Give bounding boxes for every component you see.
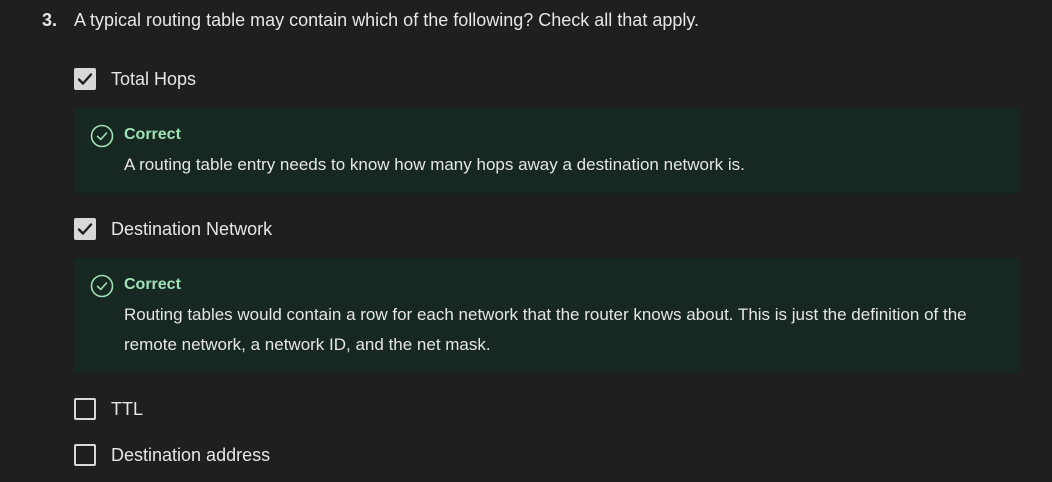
quiz-page: 3. A typical routing table may contain w…: [0, 0, 1052, 482]
option-label: Total Hops: [111, 69, 197, 89]
check-icon: [77, 73, 93, 85]
check-circle-icon: [90, 274, 114, 298]
feedback-title: Correct: [124, 126, 181, 143]
feedback-destination-network: Correct Routing tables would contain a r…: [74, 258, 1019, 373]
feedback-text: Routing tables would contain a row for e…: [124, 305, 967, 354]
option-total-hops[interactable]: Total Hops: [74, 67, 196, 91]
question-text: A typical routing table may contain whic…: [74, 10, 700, 30]
option-destination-address[interactable]: Destination address: [74, 443, 270, 467]
option-label: Destination Network: [111, 219, 273, 239]
check-icon: [77, 223, 93, 235]
checkbox-destination-address[interactable]: [74, 444, 96, 466]
option-destination-network[interactable]: Destination Network: [74, 217, 272, 241]
check-circle-icon: [90, 124, 114, 148]
option-label: Destination address: [111, 445, 271, 465]
question-header: 3. A typical routing table may contain w…: [42, 8, 699, 32]
checkbox-total-hops[interactable]: [74, 68, 96, 90]
feedback-total-hops: Correct A routing table entry needs to k…: [74, 108, 1019, 193]
checkbox-destination-network[interactable]: [74, 218, 96, 240]
option-label: TTL: [111, 399, 144, 419]
question-number: 3.: [42, 10, 58, 30]
feedback-title: Correct: [124, 276, 181, 293]
feedback-text: A routing table entry needs to know how …: [124, 155, 745, 174]
checkbox-ttl[interactable]: [74, 398, 96, 420]
option-ttl[interactable]: TTL: [74, 397, 143, 421]
